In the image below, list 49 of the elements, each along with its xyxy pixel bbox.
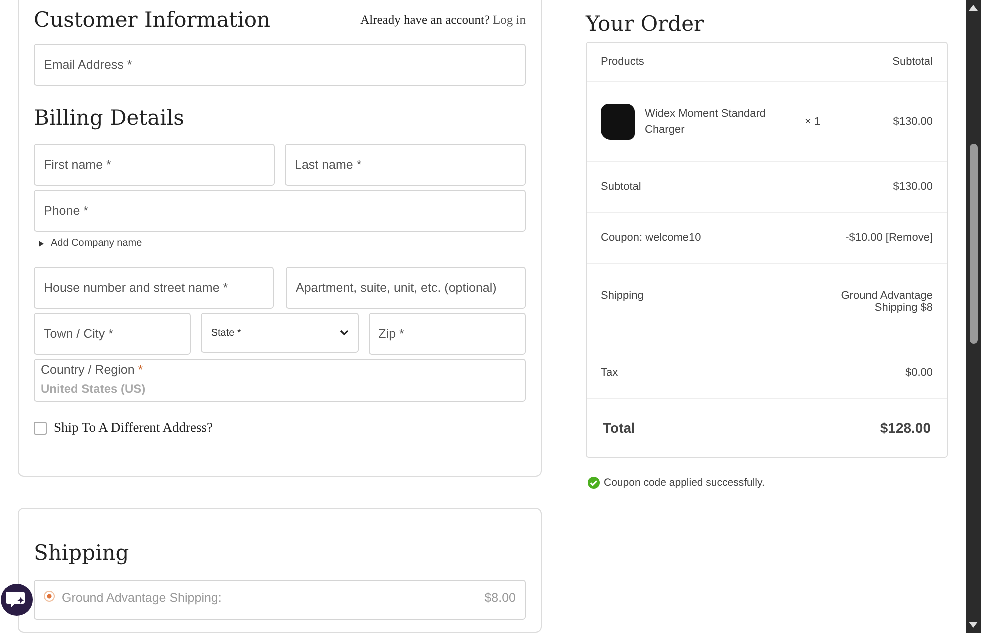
success-message: Coupon code applied successfully. (604, 477, 765, 489)
country-field[interactable]: Country / Region * United States (US) (34, 359, 526, 402)
scrollbar-thumb[interactable] (970, 144, 978, 344)
state-select[interactable]: State * (201, 313, 359, 353)
radio-button[interactable] (44, 591, 55, 602)
field-label: Country / Region * (41, 363, 144, 377)
chevron-down-icon (340, 330, 349, 336)
section-title: Customer Information (34, 8, 271, 32)
column-header: Products (601, 56, 644, 68)
summary-label: Shipping (601, 289, 644, 302)
total-label: Total (603, 420, 636, 436)
column-header: Subtotal (892, 56, 933, 68)
section-title: Billing Details (34, 106, 186, 130)
section-title: Shipping (34, 541, 130, 565)
text-field[interactable]: Phone * (34, 190, 526, 232)
field-value: United States (US) (41, 382, 147, 396)
summary-value: -$10.00 (846, 232, 883, 244)
chat-bubble-icon (6, 591, 28, 609)
triangle-right-icon (39, 240, 44, 246)
quantity: × 1 (805, 116, 822, 128)
text-field[interactable]: Town / City * (34, 313, 192, 355)
total-value: $128.00 (880, 420, 931, 436)
summary-value: $0.00 (905, 367, 933, 379)
summary-label: Coupon: welcome10 (601, 232, 702, 244)
scrollbar[interactable] (966, 0, 981, 633)
photo-placeholder (601, 104, 635, 140)
section-title: Your Order (586, 12, 706, 36)
account-prompt: Already have an account? (360, 12, 490, 28)
email-field[interactable]: Email Address * (34, 44, 526, 86)
arrow-up-icon[interactable] (969, 5, 978, 11)
arrow-down-icon[interactable] (969, 622, 978, 628)
text-field[interactable]: House number and street name * (34, 267, 274, 309)
summary-value: Ground Advantage Shipping $8 (840, 289, 933, 314)
check-circle-icon (588, 477, 600, 489)
checkbox-label: Ship To A Different Address? (54, 420, 214, 436)
summary-value: $130.00 (893, 181, 933, 193)
remove-link[interactable]: [Remove] (886, 232, 933, 244)
text-field[interactable]: First name * (34, 144, 275, 186)
summary-label: Tax (601, 367, 618, 379)
chat-button[interactable] (1, 584, 33, 616)
text-field[interactable]: Apartment, suite, unit, etc. (optional) (286, 267, 526, 309)
price: $130.00 (892, 116, 933, 128)
text-field[interactable]: Last name * (285, 144, 526, 186)
login-link[interactable]: Log in (493, 12, 526, 28)
text-field[interactable]: Zip * (368, 313, 526, 355)
add-company-link[interactable]: Add Company name (34, 236, 148, 257)
summary-label: Subtotal (601, 181, 642, 193)
product-name: Widex Moment Standard Charger (645, 106, 768, 138)
checkbox[interactable] (34, 422, 47, 434)
